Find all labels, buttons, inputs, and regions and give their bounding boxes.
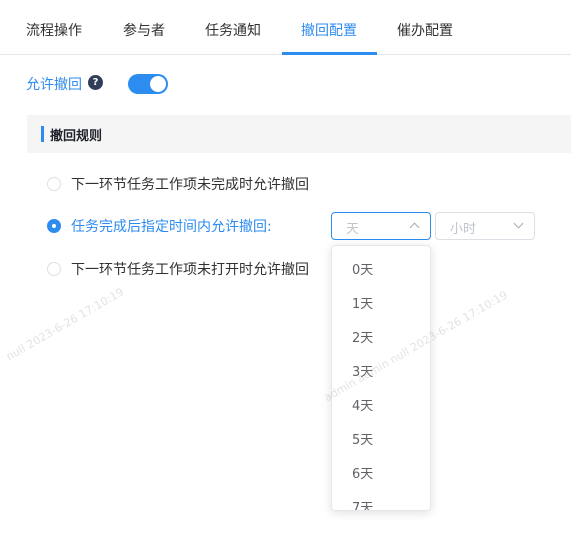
rule-label: 任务完成后指定时间内允许撤回: xyxy=(71,219,272,235)
radio-button[interactable] xyxy=(47,177,61,191)
question-circle-icon[interactable]: ? xyxy=(88,74,103,90)
rule-label: 下一环节任务工作项未完成时允许撤回 xyxy=(71,177,309,193)
rule-option-next-unopened[interactable]: 下一环节任务工作项未打开时允许撤回 xyxy=(47,257,309,281)
radio-button-checked[interactable] xyxy=(47,219,61,233)
tab-participants[interactable]: 参与者 xyxy=(123,0,165,55)
dropdown-option-5[interactable]: 5天 xyxy=(352,429,373,448)
dropdown-option-2[interactable]: 2天 xyxy=(352,327,373,346)
tab-recall-config[interactable]: 撤回配置 xyxy=(301,0,357,55)
rule-option-next-unfinished[interactable]: 下一环节任务工作项未完成时允许撤回 xyxy=(47,172,309,196)
rule-option-within-time[interactable]: 任务完成后指定时间内允许撤回: xyxy=(47,214,272,238)
active-tab-indicator xyxy=(282,52,377,55)
dropdown-option-1[interactable]: 1天 xyxy=(352,293,373,312)
dropdown-option-6[interactable]: 6天 xyxy=(352,463,373,482)
dropdown-option-4[interactable]: 4天 xyxy=(352,395,373,414)
watermark-text: null 2023-6-26 17:10:19 xyxy=(4,285,127,364)
dropdown-option-0[interactable]: 0天 xyxy=(352,259,373,278)
day-select-placeholder: 天 xyxy=(346,222,360,237)
allow-recall-switch[interactable] xyxy=(128,74,168,94)
allow-recall-row: 允许撤回 ? xyxy=(26,72,168,96)
tab-urge-config[interactable]: 催办配置 xyxy=(397,0,453,55)
dropdown-option-7[interactable]: 7天 xyxy=(352,497,373,510)
dropdown-option-3[interactable]: 3天 xyxy=(352,361,373,380)
hour-select-placeholder: 小时 xyxy=(450,222,477,237)
chevron-up-icon xyxy=(409,222,420,233)
rule-label: 下一环节任务工作项未打开时允许撤回 xyxy=(71,262,309,278)
day-dropdown-menu: 0天 1天 2天 3天 4天 5天 6天 7天 xyxy=(331,245,431,511)
switch-knob xyxy=(150,76,166,92)
tab-bar: 流程操作 参与者 任务通知 撤回配置 催办配置 xyxy=(0,0,571,55)
radio-button[interactable] xyxy=(47,262,61,276)
recall-rules-header: 撤回规则 xyxy=(27,115,571,153)
section-title: 撤回规则 xyxy=(50,129,103,144)
chevron-down-icon xyxy=(513,218,524,229)
tab-process-operation[interactable]: 流程操作 xyxy=(26,0,82,55)
day-select[interactable]: 天 xyxy=(331,212,431,240)
tab-task-notification[interactable]: 任务通知 xyxy=(205,0,261,55)
allow-recall-label: 允许撤回 xyxy=(26,77,82,93)
section-accent-bar xyxy=(41,126,44,142)
hour-select[interactable]: 小时 xyxy=(435,212,535,240)
